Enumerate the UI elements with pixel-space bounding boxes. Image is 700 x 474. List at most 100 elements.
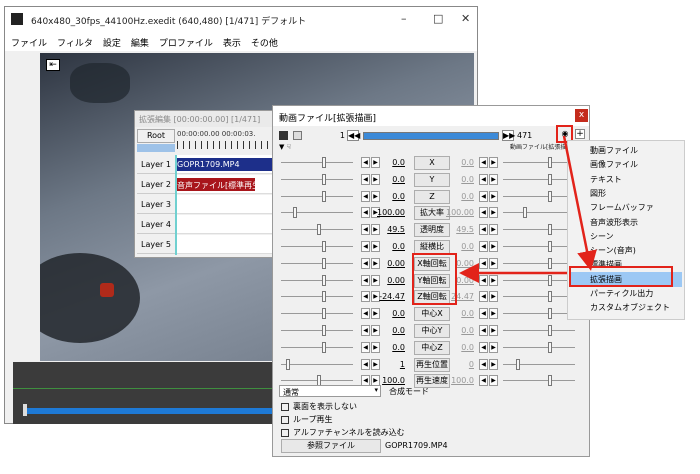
param-slider-end[interactable] [548, 341, 552, 353]
seek-bar[interactable] [27, 408, 277, 414]
param-value[interactable]: 0.0 [377, 175, 405, 184]
menu-item[interactable]: パーティクル出力 [590, 288, 653, 299]
param-slider[interactable] [322, 325, 326, 336]
back-to-start-icon[interactable]: ⇤ [46, 59, 60, 71]
decrease-icon[interactable]: ◀ [361, 325, 370, 336]
increase-icon[interactable]: ▶ [489, 358, 498, 370]
decrease-icon[interactable]: ◀ [361, 241, 370, 252]
menu-profile[interactable]: プロファイル [153, 33, 217, 49]
layer-3-track[interactable] [175, 195, 273, 214]
seek-handle[interactable] [23, 404, 27, 416]
close-icon[interactable]: ✕ [461, 12, 470, 25]
menu-item[interactable]: テキスト [590, 174, 622, 185]
menu-item[interactable]: カスタムオブジェクト [590, 302, 670, 313]
param-value[interactable]: 0.00 [377, 259, 405, 268]
checkbox-alpha[interactable]: アルファチャンネルを読み込む [281, 427, 405, 438]
param-slider-end[interactable] [548, 291, 552, 303]
clip-audio[interactable]: 音声ファイル[標準再生] [175, 178, 255, 191]
decrease-icon[interactable]: ◀ [361, 274, 370, 286]
root-button[interactable]: Root [137, 129, 175, 143]
param-label-button[interactable]: 中心Z [414, 340, 450, 355]
param-slider[interactable] [322, 241, 326, 252]
layer-2-label[interactable]: Layer 2 [137, 175, 175, 194]
param-value[interactable]: 100.0 [377, 376, 405, 385]
menu-filter[interactable]: フィルタ [51, 33, 97, 49]
param-value[interactable]: 0.00 [377, 276, 405, 285]
checkbox-backface[interactable]: 裏面を表示しない [281, 401, 357, 412]
menu-item[interactable]: 図形 [590, 188, 606, 199]
param-slider[interactable] [322, 257, 326, 269]
param-slider[interactable] [322, 308, 326, 320]
decrease-icon[interactable]: ◀ [361, 173, 370, 185]
param-value[interactable]: 0.0 [377, 343, 405, 352]
minimize-icon[interactable]: – [401, 12, 407, 25]
maximize-icon[interactable]: □ [433, 12, 443, 25]
param-slider[interactable] [293, 207, 297, 219]
menu-file[interactable]: ファイル [5, 33, 51, 49]
menu-view[interactable]: 表示 [217, 33, 245, 49]
param-end-value[interactable]: 0.0 [446, 343, 474, 352]
layer-1-label[interactable]: Layer 1 [137, 155, 175, 174]
layer-4-label[interactable]: Layer 4 [137, 215, 175, 234]
param-slider[interactable] [286, 358, 290, 370]
param-slider-end[interactable] [548, 308, 552, 320]
param-value[interactable]: 0.0 [377, 192, 405, 201]
decrease-icon[interactable]: ◀ [479, 308, 488, 320]
param-slider[interactable] [322, 341, 326, 353]
menu-item[interactable]: 画像ファイル [590, 159, 638, 170]
menu-item[interactable]: 音声波形表示 [590, 217, 638, 228]
param-value[interactable]: 49.5 [377, 225, 405, 234]
param-slider[interactable] [322, 157, 326, 168]
menu-settings[interactable]: 設定 [97, 33, 125, 49]
menu-item[interactable]: 動画ファイル [590, 145, 638, 156]
reference-file-button[interactable]: 参照ファイル [281, 439, 381, 453]
decrease-icon[interactable]: ◀ [361, 157, 370, 168]
param-label-button[interactable]: 再生位置 [414, 357, 450, 372]
menu-item[interactable]: シーン(音声) [590, 245, 636, 256]
param-end-value[interactable]: 0.0 [446, 326, 474, 335]
param-end-value[interactable]: 0.0 [446, 309, 474, 318]
decrease-icon[interactable]: ◀ [479, 358, 488, 370]
layer-1-track[interactable]: GOPR1709.MP4 [175, 155, 273, 174]
decrease-icon[interactable]: ◀ [479, 325, 488, 336]
param-slider[interactable] [322, 291, 326, 303]
param-slider[interactable] [322, 173, 326, 185]
decrease-icon[interactable]: ◀ [361, 308, 370, 320]
param-value[interactable]: 0.0 [377, 326, 405, 335]
layer-2-track[interactable]: 音声ファイル[標準再生] [175, 175, 273, 194]
param-value[interactable]: 0.0 [377, 242, 405, 251]
param-value[interactable]: 0.0 [377, 309, 405, 318]
decrease-icon[interactable]: ◀ [361, 257, 370, 269]
layer-4-track[interactable] [175, 215, 273, 234]
decrease-icon[interactable]: ◀ [361, 207, 370, 219]
param-value[interactable]: 0.0 [377, 158, 405, 167]
timeline-scroll[interactable] [137, 144, 175, 152]
param-value[interactable]: 1 [377, 360, 405, 369]
layer-3-label[interactable]: Layer 3 [137, 195, 175, 214]
param-value[interactable]: -24.47 [377, 292, 405, 301]
decrease-icon[interactable]: ◀ [479, 291, 488, 303]
param-slider-end[interactable] [516, 358, 520, 370]
menu-item[interactable]: シーン [590, 231, 614, 242]
decrease-icon[interactable]: ◀ [361, 291, 370, 303]
decrease-icon[interactable]: ◀ [361, 341, 370, 353]
clip-video[interactable]: GOPR1709.MP4 [175, 158, 273, 171]
param-slider[interactable] [317, 224, 321, 236]
increase-icon[interactable]: ▶ [489, 325, 498, 336]
param-slider-end[interactable] [548, 375, 552, 387]
increase-icon[interactable]: ▶ [489, 341, 498, 353]
decrease-icon[interactable]: ◀ [361, 358, 370, 370]
menu-other[interactable]: その他 [245, 33, 282, 49]
menu-item[interactable]: フレームバッファ [590, 202, 654, 213]
param-slider[interactable] [322, 190, 326, 202]
decrease-icon[interactable]: ◀ [361, 224, 370, 236]
layer-5-label[interactable]: Layer 5 [137, 235, 175, 254]
param-slider[interactable] [322, 274, 326, 286]
param-value[interactable]: 100.00 [377, 208, 405, 217]
increase-icon[interactable]: ▶ [489, 308, 498, 320]
param-label-button[interactable]: 中心Y [414, 324, 450, 338]
param-end-value[interactable]: 0 [446, 360, 474, 369]
param-end-value[interactable]: 100.0 [446, 376, 474, 385]
checkbox-loop[interactable]: ループ再生 [281, 414, 333, 425]
param-label-button[interactable]: 中心X [414, 307, 450, 322]
